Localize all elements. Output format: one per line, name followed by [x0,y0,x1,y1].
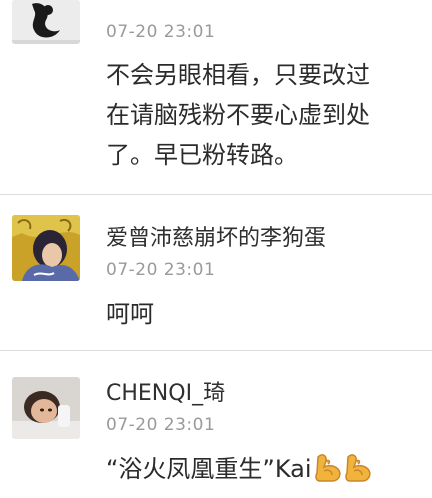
comment-text-line: 在请脑残粉不要心虚到处 [106,101,370,129]
avatar[interactable] [12,0,80,44]
comment-item-2: 爱曾沛慈崩坏的李狗蛋 07-20 23:01 呵呵 [0,195,432,350]
timestamp: 07-20 23:01 [106,415,216,435]
comment-item-1: 07-20 23:01 不会另眼相看，只要改过 在请脑残粉不要心虚到处 了。早已… [0,0,432,194]
timestamp: 07-20 23:01 [106,22,216,42]
comment-text-line: 呵呵 [106,300,154,328]
username[interactable]: CHENQI_琦 [106,375,225,407]
flexed-biceps-icon [344,453,372,494]
comment-text-line: “浴火凤凰重生”Kai [106,450,372,494]
timestamp: 07-20 23:01 [106,260,216,280]
avatar[interactable] [12,377,80,439]
comment-text: “浴火凤凰重生”Kai [106,455,312,483]
username[interactable]: 爱曾沛慈崩坏的李狗蛋 [106,220,326,252]
avatar[interactable] [12,215,80,281]
flexed-biceps-icon [314,453,342,494]
comment-item-3: CHENQI_琦 07-20 23:01 “浴火凤凰重生”Kai [0,351,432,498]
comment-text-line: 了。早已粉转路。 [106,141,298,169]
comment-text-line: 不会另眼相看，只要改过 [106,61,370,89]
